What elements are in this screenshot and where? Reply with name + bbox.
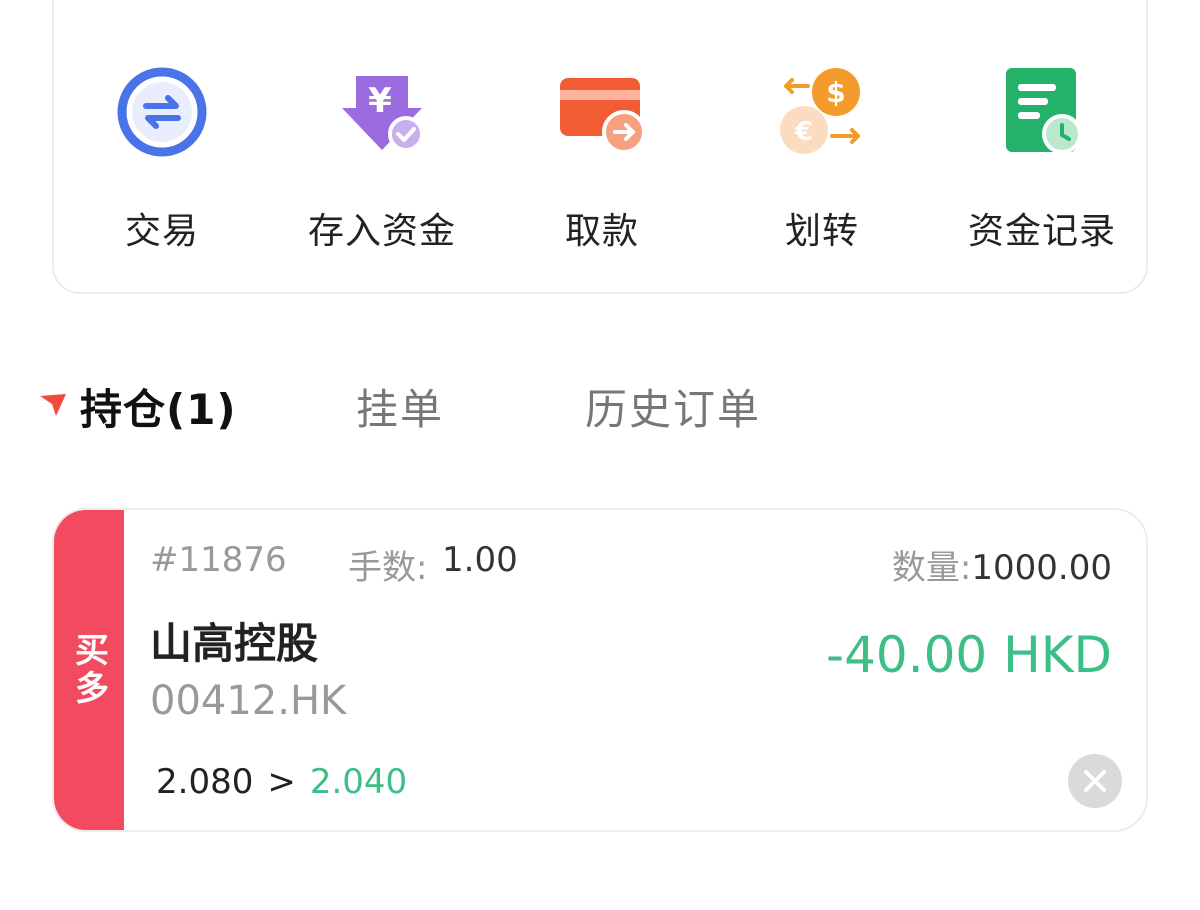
stock-name: 山高控股 <box>150 619 319 668</box>
deposit-label: 存入资金 <box>307 211 456 252</box>
withdraw-label: 取款 <box>564 211 639 252</box>
svg-text:€: € <box>794 117 813 147</box>
profit-loss: -40.00 HKD <box>826 626 1112 684</box>
trade-label: 交易 <box>124 211 199 252</box>
quantity-label: 数量: <box>891 548 972 588</box>
tab-order-history[interactable]: 历史订单 <box>585 376 761 437</box>
trade-action[interactable]: 交易 <box>62 0 262 262</box>
fund-record-icon <box>1006 68 1082 154</box>
quantity: 数量:1000.00 <box>892 540 1112 589</box>
order-id: #11876 <box>150 540 287 580</box>
lots-label: 手数: <box>348 548 428 588</box>
transfer-label: 划转 <box>784 211 859 252</box>
stock-code: 00412.HK <box>150 678 347 724</box>
deposit-icon: ¥ <box>342 76 424 152</box>
current-price: 2.040 <box>309 762 408 802</box>
transfer-action[interactable]: $ € 划转 <box>722 0 922 262</box>
close-icon <box>1084 770 1106 792</box>
triangle-marker-icon <box>40 394 66 416</box>
price-separator: > <box>267 762 296 802</box>
svg-text:$: $ <box>826 76 845 109</box>
tab-pending-orders[interactable]: 挂单 <box>356 376 444 437</box>
svg-text:¥: ¥ <box>368 81 392 121</box>
buy-long-tag: 买多 <box>54 510 124 830</box>
transfer-icon: $ € <box>780 68 860 154</box>
withdraw-icon <box>560 78 646 154</box>
price-change: 2.080 >2.040 <box>156 762 407 802</box>
order-tabs: 持仓(1) 挂单 历史订单 <box>0 370 1200 440</box>
deposit-action[interactable]: ¥ 存入资金 <box>282 0 482 262</box>
tab-positions[interactable]: 持仓(1) <box>80 376 237 437</box>
close-position-button[interactable] <box>1068 754 1122 808</box>
fund-record-label: 资金记录 <box>967 211 1116 252</box>
position-card[interactable]: 买多 #11876 手数: 1.00 数量:1000.00 山高控股 00412… <box>52 508 1148 832</box>
lots-value: 1.00 <box>442 540 518 580</box>
open-price: 2.080 <box>156 762 254 802</box>
fund-record-action[interactable]: 资金记录 <box>942 0 1142 262</box>
quick-actions-card: 交易 ¥ 存入资金 取款 $ € 划转 资金记录 <box>52 0 1148 294</box>
quantity-value: 1000.00 <box>971 548 1112 588</box>
exchange-icon <box>117 67 207 157</box>
withdraw-action[interactable]: 取款 <box>502 0 702 262</box>
